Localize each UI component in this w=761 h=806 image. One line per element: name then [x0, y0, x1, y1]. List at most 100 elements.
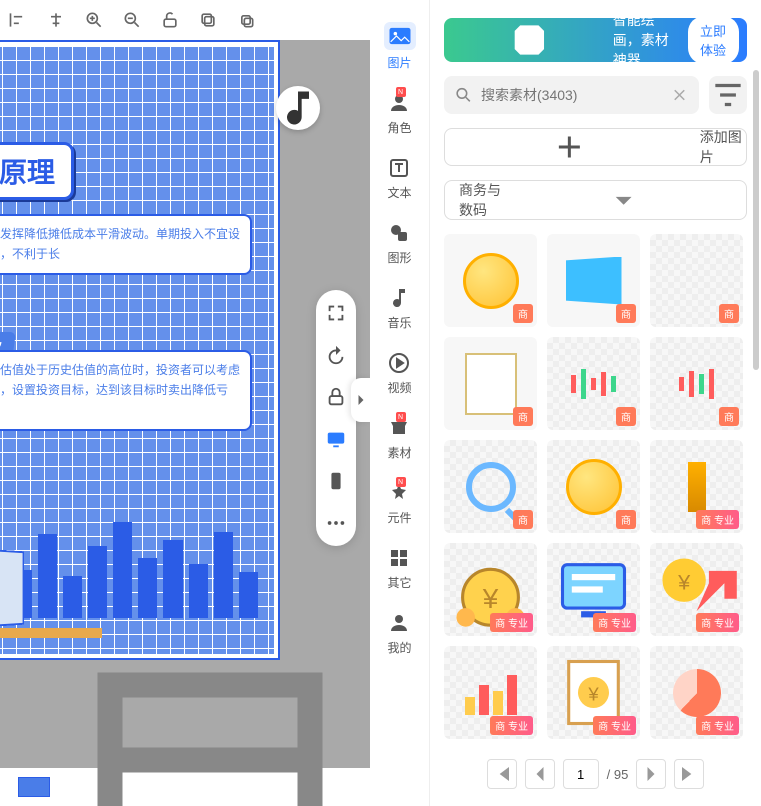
asset-badge: 商: [616, 510, 636, 529]
svg-text:¥: ¥: [587, 683, 599, 704]
bottom-bar: [0, 768, 370, 806]
asset-item[interactable]: 商: [547, 234, 640, 327]
search-input[interactable]: [481, 87, 662, 103]
redo-icon[interactable]: [325, 344, 347, 366]
nav-item-文本[interactable]: 文本: [387, 152, 411, 205]
nav-icon: [387, 611, 411, 635]
nav-item-图形[interactable]: 图形: [387, 217, 411, 270]
speech-bubble-1[interactable]: 。能够发挥降低摊低成本平滑波动。单期投入不宜设置过高，不利于长: [0, 214, 252, 275]
nav-item-素材[interactable]: N素材: [387, 412, 411, 465]
zoom-in-icon[interactable]: [84, 10, 104, 30]
asset-badge: 商: [616, 304, 636, 323]
layers-icon[interactable]: [236, 10, 256, 30]
search-icon: [454, 76, 473, 114]
page-input[interactable]: [563, 759, 599, 789]
nav-label: 我的: [387, 639, 411, 656]
asset-badge: 商: [513, 510, 533, 529]
asset-item[interactable]: 商: [547, 440, 640, 533]
asset-badge: 商: [513, 407, 533, 426]
nav-item-图片[interactable]: 图片: [384, 18, 416, 75]
clear-icon[interactable]: [670, 76, 689, 114]
asset-item[interactable]: 商: [444, 234, 537, 327]
page-first-button[interactable]: [487, 759, 517, 789]
asset-item[interactable]: 商 专业: [650, 440, 743, 533]
nav-icon: [387, 286, 411, 310]
category-label: 商务与数码: [459, 180, 515, 220]
music-button[interactable]: [276, 86, 320, 130]
ai-banner[interactable]: 智能绘画，素材神器 立即体验: [444, 18, 747, 62]
page-thumbnail[interactable]: [18, 777, 50, 797]
asset-item[interactable]: ¥商 专业: [650, 543, 743, 636]
more-icon[interactable]: [325, 512, 347, 534]
align-center-icon[interactable]: [46, 10, 66, 30]
nav-item-元件[interactable]: N元件: [387, 477, 411, 530]
floating-toolbar: [316, 290, 356, 546]
filter-button[interactable]: [709, 76, 747, 114]
asset-badge: 商 专业: [696, 510, 739, 529]
nav-icon: [387, 351, 411, 375]
align-left-icon[interactable]: [8, 10, 28, 30]
page-next-button[interactable]: [636, 759, 666, 789]
asset-item[interactable]: 商: [650, 337, 743, 430]
copy-icon[interactable]: [198, 10, 218, 30]
nav-icon: [387, 221, 411, 245]
asset-item[interactable]: 商 专业: [444, 646, 537, 739]
asset-item[interactable]: ¥商 专业: [444, 543, 537, 636]
pagination: / 95: [444, 752, 747, 796]
ai-banner-text: 智能绘画，素材神器: [613, 10, 678, 70]
page-prev-button[interactable]: [525, 759, 555, 789]
new-badge: N: [396, 412, 406, 422]
category-select[interactable]: 商务与数码: [444, 180, 747, 220]
nav-label: 图片: [387, 54, 411, 71]
canvas-document[interactable]: 原理 1 。能够发挥降低摊低成本平滑波动。单期投入不宜设置过高，不利于长 及时止…: [0, 40, 280, 660]
display-icon[interactable]: [325, 428, 347, 450]
asset-item[interactable]: 商 专业: [547, 543, 640, 636]
unlock-icon[interactable]: [160, 10, 180, 30]
add-image-button[interactable]: 添加图片: [444, 128, 747, 166]
bar-chart-graphic[interactable]: [0, 498, 258, 618]
fullscreen-icon[interactable]: [325, 302, 347, 324]
asset-badge: 商: [513, 304, 533, 323]
page-last-button[interactable]: [674, 759, 704, 789]
asset-badge: 商: [616, 407, 636, 426]
nav-item-其它[interactable]: 其它: [387, 542, 411, 595]
asset-item[interactable]: 商: [444, 440, 537, 533]
asset-item[interactable]: 商 专业: [650, 646, 743, 739]
search-box[interactable]: [444, 76, 699, 114]
svg-text:¥: ¥: [677, 570, 691, 595]
nav-label: 视频: [387, 379, 411, 396]
ai-icon: [456, 18, 603, 62]
search-row: [444, 76, 747, 114]
canvas-title[interactable]: 原理: [0, 142, 74, 200]
laptop-graphic[interactable]: [0, 544, 24, 632]
asset-badge: 商 专业: [593, 716, 636, 735]
asset-item[interactable]: 商: [547, 337, 640, 430]
nav-label: 角色: [387, 119, 411, 136]
lock-icon[interactable]: [325, 386, 347, 408]
new-badge: N: [396, 477, 406, 487]
asset-item[interactable]: 商: [444, 337, 537, 430]
speech-bubble-2[interactable]: 基金的估值处于历史估值的高位时，投资者可以考虑卖出它，设置投资目标，达到该目标时…: [0, 350, 252, 431]
nav-item-音乐[interactable]: 音乐: [387, 282, 411, 335]
ai-banner-button[interactable]: 立即体验: [688, 16, 739, 64]
side-nav: 图片 N 角色文本图形音乐视频 N素材 N元件其它我的: [370, 0, 430, 806]
nav-icon: [387, 156, 411, 180]
nav-item-视频[interactable]: 视频: [387, 347, 411, 400]
assets-grid: 商商商商商商商商商 专业¥商 专业商 专业¥商 专业商 专业¥商 专业商 专业: [444, 234, 747, 744]
asset-badge: 商: [719, 407, 739, 426]
scrollbar[interactable]: [753, 70, 759, 370]
new-badge: N: [396, 87, 406, 97]
asset-item[interactable]: 商: [650, 234, 743, 327]
phone-icon[interactable]: [325, 470, 347, 492]
asset-badge: 商 专业: [593, 613, 636, 632]
page-total: / 95: [607, 767, 629, 782]
asset-badge: 商: [719, 304, 739, 323]
asset-item[interactable]: ¥ 商 专业: [547, 646, 640, 739]
expand-panel-button[interactable]: [351, 378, 370, 422]
svg-text:¥: ¥: [482, 583, 499, 614]
layout-icon[interactable]: [60, 635, 360, 806]
nav-item-我的[interactable]: 我的: [387, 607, 411, 660]
zoom-out-icon[interactable]: [122, 10, 142, 30]
asset-badge: 商 专业: [696, 716, 739, 735]
nav-item-角色[interactable]: N 角色: [387, 87, 411, 140]
